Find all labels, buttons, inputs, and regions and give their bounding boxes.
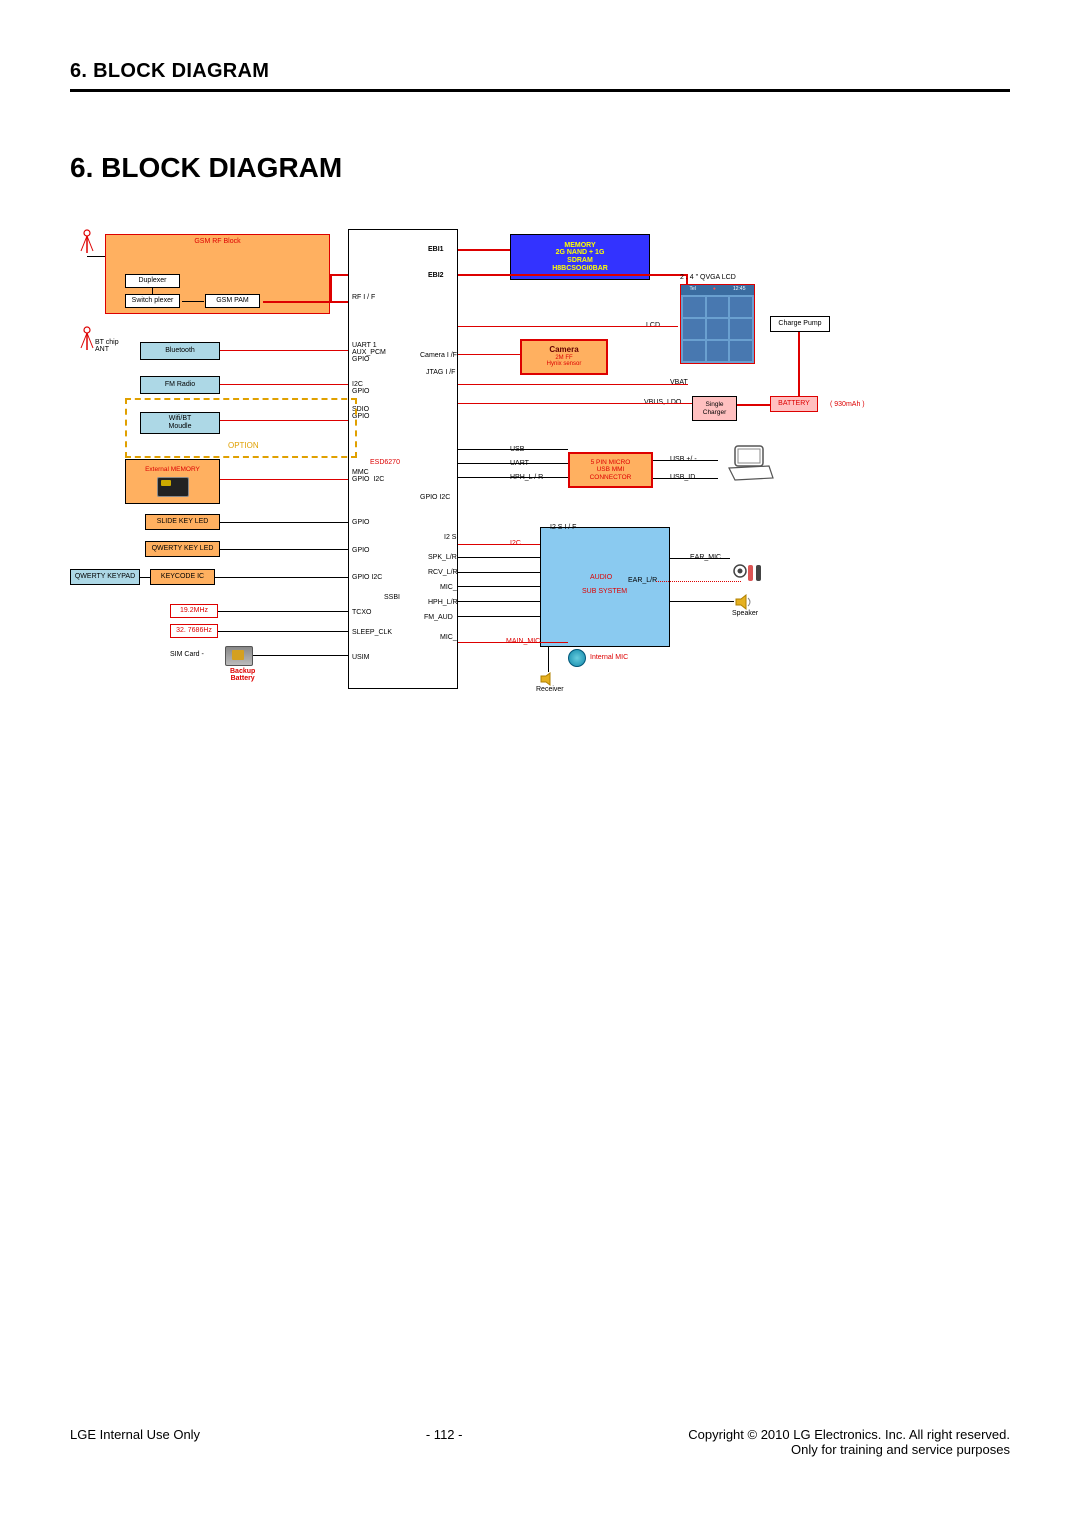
switchplexer-block: Switch plexer (125, 294, 180, 308)
cpu-mic2-label: MIC_ (440, 634, 457, 641)
osc-19mhz-block: 19.2MHz (170, 604, 218, 618)
qwerty-key-led-block: QWERTY KEY LED (145, 541, 220, 557)
ext-memory-label: External MEMORY (145, 466, 200, 473)
backup-battery-label: Backup Battery (230, 668, 255, 682)
antenna-icon (80, 229, 96, 255)
page-header: 6. BLOCK DIAGRAM (70, 60, 1010, 92)
cpu-gpio3-label: GPIO I2C (352, 574, 382, 581)
receiver-label: Receiver (536, 686, 564, 693)
ear-lr-label: EAR_L/R (628, 577, 657, 584)
cpu-rfif-label: RF I / F (352, 294, 375, 301)
ext-memory-block: External MEMORY (125, 459, 220, 504)
gsm-pam-block: GSM PAM (205, 294, 260, 308)
antenna-icon (80, 326, 96, 352)
cpu-ebi2-label: EBI2 (428, 272, 444, 279)
cpu-hph-label: HPH_L/R (428, 599, 458, 606)
cpu-rcv-label: RCV_L/R (428, 569, 458, 576)
osc-32khz-block: 32. 7686Hz (170, 624, 218, 638)
qwerty-keypad-block: QWERTY KEYPAD (70, 569, 140, 585)
option-label: OPTION (228, 442, 259, 450)
cpu-mmc-gpio-label: MMC GPIO I2C (352, 469, 384, 483)
audio-subsystem-block (540, 527, 670, 647)
sim-card-label: SIM Card - (170, 651, 204, 658)
cpu-gpio2-label: GPIO (352, 547, 370, 554)
audio-label: AUDIO (590, 574, 612, 581)
memory-l3: H8BCSOGI0BAR (552, 265, 608, 273)
battery-block: BATTERY (770, 396, 818, 412)
charge-pump-block: Charge Pump (770, 316, 830, 332)
earphone-icon (732, 561, 768, 591)
duplexer-block: Duplexer (125, 274, 180, 288)
internal-mic-icon (568, 649, 586, 667)
rf-block-title: GSM RF Block (106, 238, 329, 246)
footer-right1: Copyright © 2010 LG Electronics. Inc. Al… (688, 1427, 1010, 1442)
memory-l1: 2G NAND + 1G (556, 249, 605, 257)
cpu-i2c-gpio-label: I2C GPIO (352, 381, 370, 395)
sd-card-icon (157, 477, 189, 497)
cpu-ebi1-label: EBI1 (428, 246, 444, 253)
cpu-ssbi-label: SSBI (384, 594, 400, 601)
bt-ant-label: BT chip ANT (95, 339, 119, 353)
cpu-fmaud-label: FM_AUD (424, 614, 453, 621)
footer-right2: Only for training and service purposes (688, 1442, 1010, 1457)
cpu-usim-label: USIM (352, 654, 370, 661)
footer-center: - 112 - (426, 1427, 463, 1442)
lcd-screen-block: Tel●12:45 (680, 284, 755, 364)
cpu-i2s-r-label: I2 S (444, 534, 456, 541)
cpu-jtag-label: JTAG I /F (426, 369, 455, 376)
sim-icon (225, 646, 253, 666)
cpu-mic-label: MIC_ (440, 584, 457, 591)
usb-connector-block: 5 PIN MICRO USB MMI CONNECTOR (568, 452, 653, 488)
cpu-gpio1-label: GPIO (352, 519, 370, 526)
cpu-gpio-i2c-r-label: GPIO I2C (420, 494, 450, 501)
sub-system-label: SUB SYSTEM (582, 588, 627, 595)
cpu-cam-label: Camera I /F (420, 352, 457, 359)
title-text: 6. BLOCK DIAGRAM (70, 152, 1010, 184)
memory-l2: SDRAM (567, 257, 593, 265)
single-charger-block: Single Charger (692, 396, 737, 421)
camera-l1: 2M FF (555, 355, 572, 362)
cpu-chip-label: ESD6270 (370, 459, 400, 466)
i2s-if-label: I2 S I / F (550, 524, 576, 531)
cpu-sleepclk-label: SLEEP_CLK (352, 629, 392, 636)
section-title: 6. BLOCK DIAGRAM (70, 152, 1010, 184)
laptop-icon (725, 444, 775, 484)
bluetooth-block: Bluetooth (140, 342, 220, 360)
keycode-ic-block: KEYCODE IC (150, 569, 215, 585)
fm-radio-block: FM Radio (140, 376, 220, 394)
connector-l1: 5 PIN MICRO (591, 459, 631, 466)
connector-l2: USB MMI (597, 466, 625, 473)
cpu-spk-label: SPK_L/R (428, 554, 457, 561)
block-diagram: GSM RF Block Duplexer Switch plexer GSM … (70, 234, 1010, 714)
header-text: 6. BLOCK DIAGRAM (70, 60, 1010, 83)
memory-title: MEMORY (564, 242, 595, 250)
footer-left: LGE Internal Use Only (70, 1427, 200, 1442)
camera-l2: Hynix sensor (547, 361, 582, 368)
lcd-spec-label: 2 . 4 " QVGA LCD (680, 274, 736, 281)
cpu-uart1-label: UART 1 AUX_PCM GPIO (352, 342, 386, 363)
connector-l3: CONNECTOR (590, 474, 632, 481)
page-footer: LGE Internal Use Only - 112 - Copyright … (70, 1427, 1010, 1457)
slide-key-led-block: SLIDE KEY LED (145, 514, 220, 530)
cpu-tcxo-label: TCXO (352, 609, 371, 616)
internal-mic-label: Internal MIC (590, 654, 628, 661)
speaker-label: Speaker (732, 610, 758, 617)
camera-block: Camera 2M FF Hynix sensor (520, 339, 608, 375)
camera-title: Camera (549, 346, 578, 355)
battery-capacity-label: ( 930mAh ) (830, 401, 865, 408)
